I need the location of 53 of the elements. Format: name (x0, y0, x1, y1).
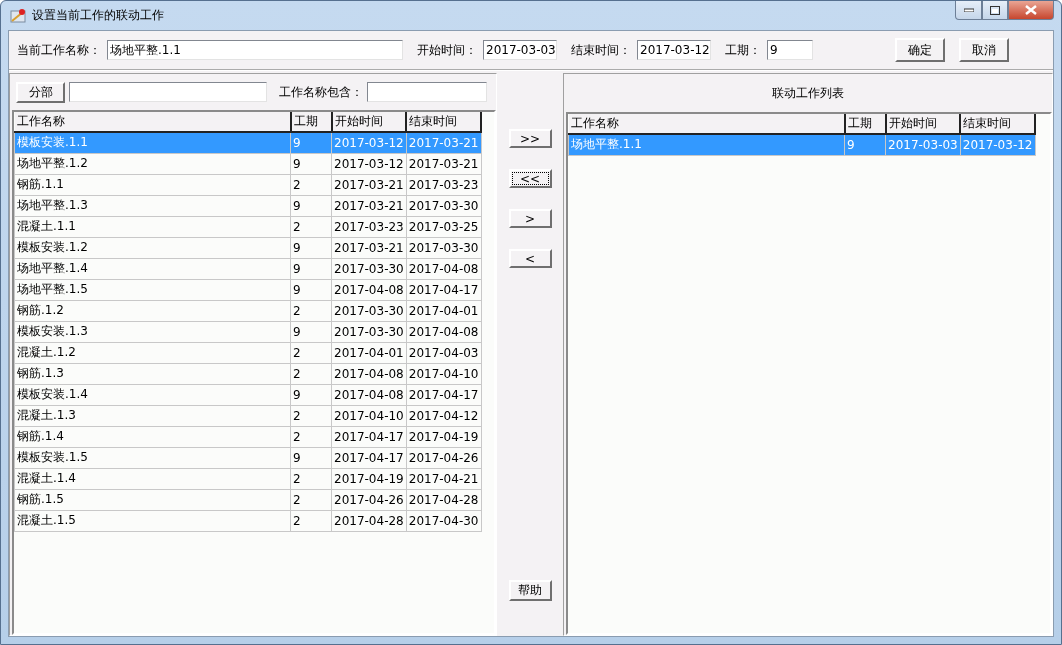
minimize-icon (963, 8, 974, 12)
table-cell[interactable]: 场地平整.1.3 (14, 195, 291, 216)
help-button[interactable]: 帮助 (508, 580, 552, 601)
transfer-button[interactable]: < (508, 249, 552, 268)
table-cell[interactable]: 钢筋.1.2 (14, 300, 291, 321)
table-cell[interactable]: 模板安装.1.4 (14, 384, 291, 405)
table-cell[interactable]: 场地平整.1.2 (14, 153, 291, 174)
transfer-button[interactable]: > (508, 209, 552, 228)
column-header[interactable]: 开始时间 (885, 114, 961, 134)
column-header[interactable]: 工作名称 (568, 114, 845, 134)
column-header[interactable]: 工期 (290, 112, 332, 132)
cancel-button[interactable]: 取消 (959, 38, 1009, 62)
table-cell[interactable]: 混凝土.1.5 (14, 510, 291, 531)
table-cell[interactable]: 场地平整.1.4 (14, 258, 291, 279)
table-cell[interactable]: 混凝土.1.4 (14, 468, 291, 489)
field-label: 当前工作名称： (17, 41, 101, 59)
text-field[interactable]: 场地平整.1.1 (107, 40, 403, 60)
close-button[interactable] (1008, 1, 1054, 20)
field-label: 工作名称包含： (279, 83, 363, 101)
text-field[interactable]: 2017-03-12 (637, 40, 711, 60)
table-cell[interactable]: 模板安装.1.5 (14, 447, 291, 468)
category-button[interactable]: 分部 (16, 81, 65, 103)
panel-title: 联动工作列表 (772, 84, 844, 102)
maximize-button[interactable] (982, 1, 1008, 20)
table-cell[interactable]: 钢筋.1.1 (14, 174, 291, 195)
transfer-button[interactable]: >> (508, 129, 552, 148)
table-cell[interactable]: 混凝土.1.3 (14, 405, 291, 426)
window-title: 设置当前工作的联动工作 (32, 7, 164, 24)
table-cell[interactable]: 混凝土.1.1 (14, 216, 291, 237)
field-label: 开始时间： (417, 41, 477, 59)
column-header[interactable]: 结束时间 (960, 114, 1035, 134)
column-header[interactable]: 工作名称 (14, 112, 291, 132)
table-cell[interactable]: 场地平整.1.5 (14, 279, 291, 300)
transfer-button[interactable]: << (508, 169, 552, 188)
table-cell[interactable]: 钢筋.1.4 (14, 426, 291, 447)
maximize-icon (990, 5, 1000, 15)
table-cell[interactable]: 模板安装.1.2 (14, 237, 291, 258)
column-header[interactable]: 工期 (844, 114, 886, 134)
name-filter-field[interactable] (367, 82, 487, 102)
table-cell[interactable]: 钢筋.1.5 (14, 489, 291, 510)
text-field[interactable]: 9 (767, 40, 813, 60)
close-icon (1025, 5, 1037, 15)
column-header[interactable]: 结束时间 (406, 112, 481, 132)
table-cell[interactable]: 钢筋.1.3 (14, 363, 291, 384)
category-field[interactable] (69, 82, 267, 102)
table-cell[interactable]: 模板安装.1.3 (14, 321, 291, 342)
column-header[interactable]: 开始时间 (331, 112, 407, 132)
text-field[interactable]: 2017-03-03 (483, 40, 557, 60)
ok-button[interactable]: 确定 (895, 38, 945, 62)
app-icon (10, 7, 26, 24)
field-label: 结束时间： (571, 41, 631, 59)
table-cell[interactable]: 混凝土.1.2 (14, 342, 291, 363)
field-label: 工期： (725, 41, 761, 59)
